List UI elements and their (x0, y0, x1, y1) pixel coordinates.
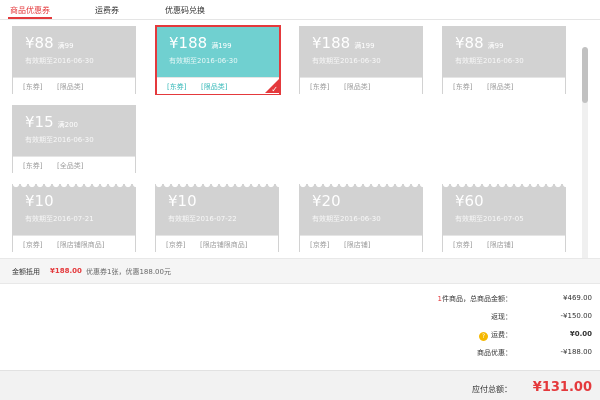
total-value: -¥188.00 (560, 348, 592, 356)
coupon-card[interactable]: ¥10 有效期至2016-07-22 [京券] [限店铺限商品] (155, 184, 279, 252)
coupon-edge-decoration (299, 184, 425, 190)
coupon-condition: 满99 (57, 42, 74, 50)
coupon-condition: 满199 (211, 42, 232, 50)
tab-code-redeem[interactable]: 优惠码兑换 (165, 5, 205, 16)
coupon-card[interactable]: ¥88 满99 有效期至2016-06-30 [东券] [限品类] (12, 26, 136, 94)
coupon-amount: ¥88 (455, 34, 484, 52)
total-value: ¥469.00 (563, 294, 592, 302)
coupon-condition: 满99 (487, 42, 504, 50)
coupon-amount: ¥88 (25, 34, 54, 52)
coupon-amount: ¥15 (25, 113, 54, 131)
coupon-card[interactable]: ¥10 有效期至2016-07-21 [京券] [限店铺限商品] (12, 184, 136, 252)
total-label: 件商品，总商品金额： (442, 295, 512, 303)
coupon-condition: 满200 (57, 121, 79, 129)
coupon-amount: ¥60 (455, 192, 484, 210)
active-tab-indicator (8, 17, 52, 19)
total-label: 返现： (491, 313, 512, 321)
total-row-cashback: 返现： -¥150.00 (312, 309, 592, 325)
payable-amount: ¥131.00 (532, 380, 592, 395)
coupon-scope-tag: [限品类] (344, 83, 371, 91)
coupon-validity: 有效期至2016-06-30 (25, 57, 94, 65)
checkmark-icon: ✓ (271, 85, 278, 94)
coupon-scope-tag: [限店铺限商品] (57, 241, 105, 249)
coupon-amount: ¥188 (312, 34, 351, 52)
total-row-discount: 商品优惠： -¥188.00 (312, 345, 592, 361)
coupon-scope-tag: [全品类] (57, 162, 84, 170)
tab-product-coupons[interactable]: 商品优惠券 (10, 5, 50, 16)
order-totals: 1件商品，总商品金额： ¥469.00 返现： -¥150.00 ? 运费： ¥0… (0, 285, 600, 365)
summary-label: 金额抵用 (12, 268, 40, 276)
total-label: 运费： (491, 331, 512, 339)
coupon-scrollbar[interactable] (582, 47, 588, 271)
help-icon[interactable]: ? (479, 332, 488, 341)
coupon-amount: ¥10 (25, 192, 54, 210)
coupon-validity: 有效期至2016-06-30 (312, 57, 381, 65)
coupon-card-selected[interactable]: ¥188 满199 有效期至2016-06-30 [东券] [限品类] ✓ (155, 25, 281, 95)
payable-footer: 应付总额： ¥131.00 (0, 370, 600, 400)
coupon-scope-tag: [限店铺限商品] (200, 241, 248, 249)
coupon-scope-tag: [限品类] (201, 83, 228, 91)
total-label: 商品优惠： (477, 349, 512, 357)
coupon-scope-tag: [限品类] (57, 83, 84, 91)
tab-shipping-coupons[interactable]: 运费券 (95, 5, 119, 16)
coupon-scope-tag: [限店铺] (487, 241, 514, 249)
coupon-summary-bar: 金额抵用 ¥188.00 优惠券1张，优惠188.00元 (0, 258, 600, 284)
coupon-validity: 有效期至2016-06-30 (169, 57, 238, 65)
coupon-validity: 有效期至2016-07-21 (25, 215, 94, 223)
total-value: -¥150.00 (560, 312, 592, 320)
coupon-validity: 有效期至2016-07-05 (455, 215, 524, 223)
coupon-condition: 满199 (354, 42, 375, 50)
coupon-scope-tag: [限店铺] (344, 241, 371, 249)
coupon-amount: ¥20 (312, 192, 341, 210)
coupon-validity: 有效期至2016-07-22 (168, 215, 237, 223)
coupon-type-tag: [京券] (310, 241, 330, 249)
coupon-tabs: 商品优惠券 运费券 优惠码兑换 (0, 0, 600, 20)
coupon-validity: 有效期至2016-06-30 (455, 57, 524, 65)
coupon-type-tag: [东券] (23, 83, 43, 91)
coupon-scope-tag: [限品类] (487, 83, 514, 91)
coupon-card[interactable]: ¥60 有效期至2016-07-05 [京券] [限店铺] (442, 184, 566, 252)
coupon-edge-decoration (155, 184, 281, 190)
scrollbar-thumb[interactable] (582, 47, 588, 103)
payable-label: 应付总额： (472, 385, 512, 394)
total-row-items: 1件商品，总商品金额： ¥469.00 (312, 291, 592, 307)
coupon-card[interactable]: ¥88 满99 有效期至2016-06-30 [东券] [限品类] (442, 26, 566, 94)
summary-info: 优惠券1张，优惠188.00元 (86, 268, 171, 276)
coupon-panel: ¥88 满99 有效期至2016-06-30 [东券] [限品类] ¥188 满19… (0, 21, 592, 271)
coupon-type-tag: [东券] (23, 162, 43, 170)
coupon-type-tag: [京券] (23, 241, 43, 249)
coupon-card[interactable]: ¥20 有效期至2016-06-30 [京券] [限店铺] (299, 184, 423, 252)
coupon-type-tag: [东券] (310, 83, 330, 91)
coupon-card[interactable]: ¥15 满200 有效期至2016-06-30 [东券] [全品类] (12, 105, 136, 173)
coupon-card[interactable]: ¥188 满199 有效期至2016-06-30 [东券] [限品类] (299, 26, 423, 94)
coupon-amount: ¥10 (168, 192, 197, 210)
coupon-edge-decoration (442, 184, 568, 190)
coupon-validity: 有效期至2016-06-30 (312, 215, 381, 223)
coupon-type-tag: [东券] (167, 83, 187, 91)
coupon-amount: ¥188 (169, 34, 208, 52)
total-value: ¥0.00 (569, 330, 592, 338)
coupon-validity: 有效期至2016-06-30 (25, 136, 94, 144)
coupon-type-tag: [京券] (453, 241, 473, 249)
coupon-type-tag: [东券] (453, 83, 473, 91)
total-row-shipping: ? 运费： ¥0.00 (312, 327, 592, 343)
coupon-edge-decoration (12, 184, 138, 190)
coupon-type-tag: [京券] (166, 241, 186, 249)
summary-amount: ¥188.00 (50, 267, 82, 275)
